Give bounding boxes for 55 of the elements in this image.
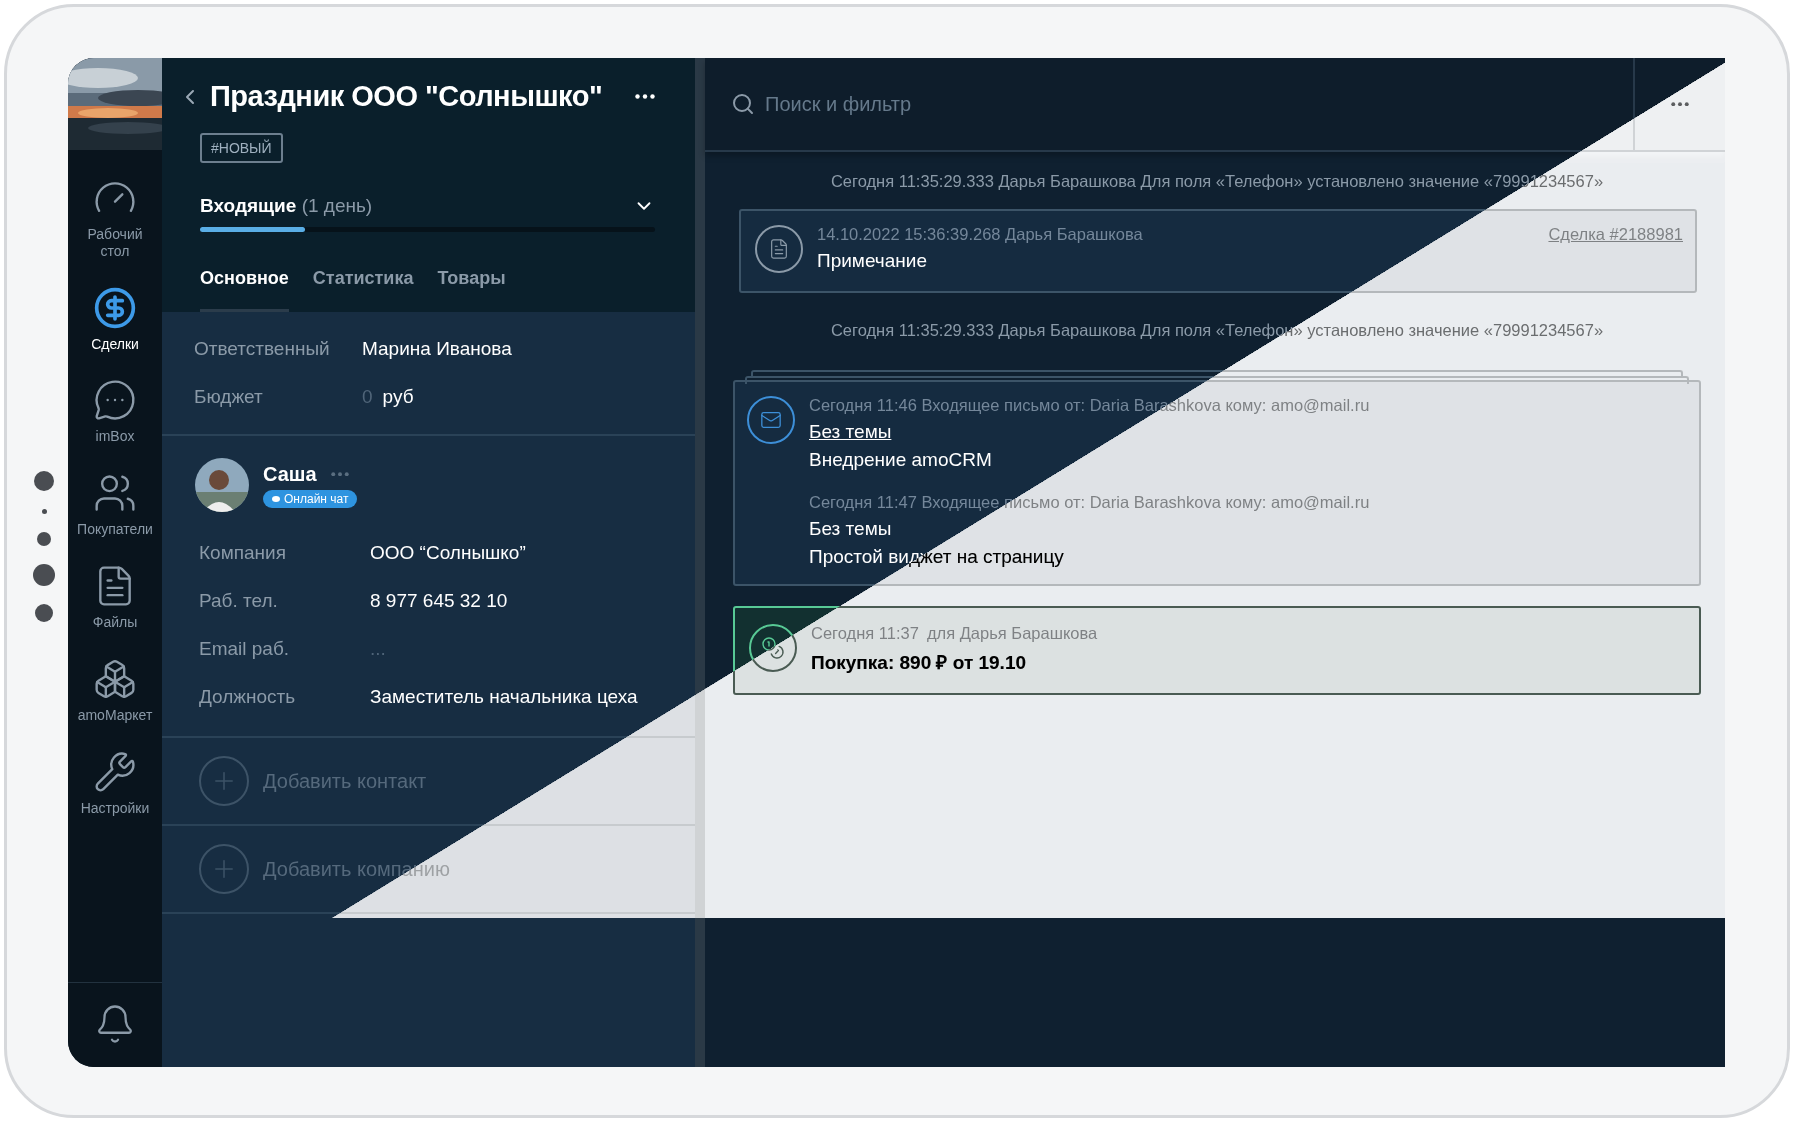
mail-subject[interactable]: Без темы [809, 518, 892, 540]
sidebar-item[interactable]: Файлы [75, 564, 155, 631]
plus-icon [199, 756, 249, 806]
more-button[interactable] [635, 94, 655, 99]
field-label: Email раб. [199, 638, 291, 660]
field-label: Раб. тел. [199, 590, 279, 612]
plus-icon [199, 844, 249, 894]
field-value: Марина Иванова [362, 338, 513, 360]
note-text: Примечание [817, 250, 928, 272]
field-value: 8 977 645 32 10 [370, 590, 509, 612]
field-label: Бюджет [194, 386, 264, 408]
mail-icon [747, 396, 795, 444]
field-label: Компания [199, 542, 287, 564]
mail-body: Внедрение amoCRM [809, 449, 993, 471]
lead-title: Праздник ООО "Солнышко" [210, 80, 604, 113]
tab[interactable]: Товары [437, 268, 506, 312]
field-label: Ответственный [194, 338, 331, 360]
tab[interactable]: Основное [200, 268, 289, 312]
field-value: ООО “Солнышко” [370, 542, 527, 564]
purchase-time: Сегодня 11:37 [811, 624, 919, 643]
note-icon [755, 225, 803, 273]
sidebar-item[interactable]: Рабочий стол [75, 176, 155, 260]
sidebar-item[interactable]: imBox [75, 378, 155, 446]
mail-meta: Сегодня 11:47 Входящее письмо от: Daria Barashkova кому: amo@mail.ru [809, 493, 1371, 512]
sidebar-item[interactable]: Сделки [75, 285, 155, 353]
tab[interactable]: Статистика [312, 268, 414, 312]
sensor-dot [41, 509, 47, 514]
lens-dot [37, 532, 51, 546]
currency-unit: руб [382, 386, 414, 407]
dots-icon [1671, 101, 1689, 107]
sidebar-item[interactable]: Покупатели [75, 471, 155, 538]
dots-icon [635, 94, 655, 99]
lead-tag: #НОВЫЙ [200, 133, 283, 163]
field-value: ... [370, 638, 387, 660]
chat-badge: Онлайн чат [263, 489, 358, 508]
field-value: Заместитель начальника цеха [370, 686, 639, 708]
coins-icon [749, 624, 797, 672]
purchase-meta: для Дарья Барашкова [926, 624, 1098, 643]
sidebar-item[interactable]: amoМаркет [75, 656, 155, 724]
note-meta: 14.10.2022 15:36:39.268 Дарья Барашкова [817, 225, 1143, 244]
purchase-text: Покупка: 890 ₽ от 19.10 [811, 651, 1028, 675]
chat-icon [93, 378, 137, 423]
field-label: Должность [199, 686, 297, 708]
settings-icon [93, 749, 137, 794]
dollar-icon [93, 285, 137, 330]
camera-dot [35, 604, 53, 622]
pipeline-stage: Входящие (1 день) [200, 195, 374, 217]
sidebar-item[interactable]: Настройки [75, 749, 155, 817]
camera-dot [34, 471, 54, 491]
dots-icon [330, 471, 349, 477]
field-value: 0 [362, 386, 373, 407]
mail-subject[interactable]: Без темы [809, 421, 892, 443]
contact-name: Саша [263, 462, 317, 486]
search-icon [731, 92, 755, 116]
camera-dot [33, 564, 55, 586]
